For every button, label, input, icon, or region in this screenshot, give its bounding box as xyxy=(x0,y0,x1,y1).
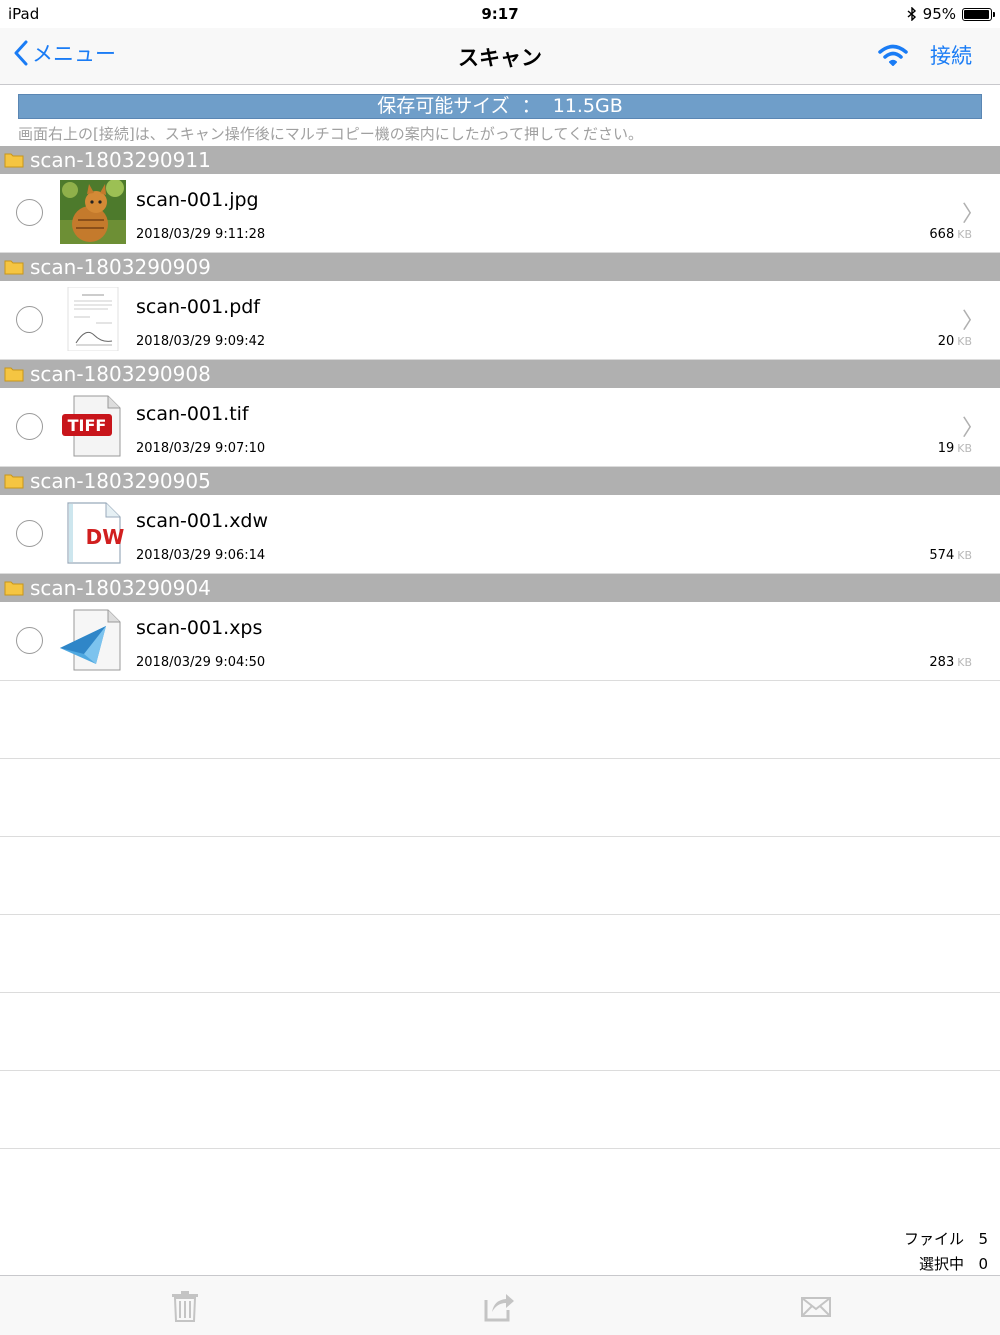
file-name: scan-001.jpg xyxy=(136,189,259,211)
storage-separator: ： xyxy=(521,95,541,117)
file-counts: ファイル 5 選択中 0 xyxy=(904,1227,988,1277)
battery-icon xyxy=(962,7,995,21)
scan-file-list: scan-1803290911 scan-001.jpg 2018/03/29 … xyxy=(0,146,1000,1149)
section-header: scan-1803290908 xyxy=(0,360,1000,388)
navigation-bar: メニュー スキャン 接続 xyxy=(0,28,1000,85)
folder-icon xyxy=(4,153,24,168)
file-date: 2018/03/29 9:04:50 xyxy=(136,655,266,670)
chevron-right-icon[interactable]: 〉 xyxy=(962,303,984,335)
file-date: 2018/03/29 9:11:28 xyxy=(136,227,266,242)
empty-row xyxy=(0,915,1000,993)
file-size-value: 20 xyxy=(937,334,955,349)
folder-name: scan-1803290911 xyxy=(30,148,211,172)
connect-button[interactable]: 接続 xyxy=(930,40,972,70)
select-radio[interactable] xyxy=(16,627,43,654)
file-name: scan-001.xps xyxy=(136,617,263,639)
folder-icon xyxy=(4,474,24,489)
bottom-toolbar xyxy=(0,1275,1000,1335)
file-count-value: 5 xyxy=(978,1230,988,1248)
file-name: scan-001.xdw xyxy=(136,510,269,532)
select-radio[interactable] xyxy=(16,199,43,226)
list-item[interactable]: scan-001.jpg 2018/03/29 9:11:28 668 KB 〉 xyxy=(0,174,1000,253)
folder-icon xyxy=(4,581,24,596)
file-date: 2018/03/29 9:07:10 xyxy=(136,441,266,456)
selected-count-label: 選択中 xyxy=(918,1255,964,1273)
battery-percent: 95% xyxy=(922,5,956,23)
section-header: scan-1803290904 xyxy=(0,574,1000,602)
file-date: 2018/03/29 9:09:42 xyxy=(136,334,266,349)
file-size-value: 283 xyxy=(929,655,955,670)
file-size: 668 KB xyxy=(929,227,972,242)
storage-label: 保存可能サイズ xyxy=(377,95,510,117)
file-size-unit: KB xyxy=(957,549,972,562)
file-size-unit: KB xyxy=(957,228,972,241)
bluetooth-icon xyxy=(907,7,916,21)
file-count-label: ファイル xyxy=(903,1230,964,1248)
status-bar: iPad 9:17 95% xyxy=(0,0,1000,28)
empty-row xyxy=(0,837,1000,915)
empty-row xyxy=(0,759,1000,837)
list-item[interactable]: DW scan-001.xdw 2018/03/29 9:06:14 574 KB xyxy=(0,495,1000,574)
file-size: 574 KB xyxy=(929,548,972,563)
empty-row xyxy=(0,681,1000,759)
share-icon[interactable] xyxy=(484,1290,514,1322)
folder-icon xyxy=(4,260,24,275)
storage-capacity-bar: 保存可能サイズ ： 11.5GB xyxy=(18,94,982,119)
tiff-file-icon: TIFF xyxy=(62,395,121,457)
list-item[interactable]: scan-001.pdf 2018/03/29 9:09:42 20 KB 〉 xyxy=(0,281,1000,360)
nav-right-items: 接続 xyxy=(878,40,972,70)
docuworks-file-icon: DW xyxy=(67,502,125,564)
file-size-unit: KB xyxy=(957,656,972,669)
list-item[interactable]: TIFF scan-001.tif 2018/03/29 9:07:10 19 K… xyxy=(0,388,1000,467)
selected-count: 選択中 0 xyxy=(904,1252,988,1277)
file-size: 19 KB xyxy=(938,441,972,456)
mail-icon[interactable] xyxy=(800,1290,832,1322)
file-size-value: 19 xyxy=(937,441,955,456)
file-date: 2018/03/29 9:06:14 xyxy=(136,548,266,563)
select-radio[interactable] xyxy=(16,413,43,440)
wifi-icon[interactable] xyxy=(878,43,908,67)
section-header: scan-1803290911 xyxy=(0,146,1000,174)
folder-name: scan-1803290905 xyxy=(30,469,211,493)
folder-name: scan-1803290909 xyxy=(30,255,211,279)
file-size-unit: KB xyxy=(957,335,972,348)
section-header: scan-1803290909 xyxy=(0,253,1000,281)
folder-name: scan-1803290908 xyxy=(30,362,211,386)
file-size: 20 KB xyxy=(938,334,972,349)
list-item[interactable]: scan-001.xps 2018/03/29 9:04:50 283 KB xyxy=(0,602,1000,681)
file-name: scan-001.pdf xyxy=(136,296,261,318)
folder-name: scan-1803290904 xyxy=(30,576,211,600)
dw-label: DW xyxy=(86,525,125,549)
page-title: スキャン xyxy=(458,46,542,70)
empty-row xyxy=(0,1071,1000,1149)
select-radio[interactable] xyxy=(16,520,43,547)
empty-row xyxy=(0,993,1000,1071)
section-header: scan-1803290905 xyxy=(0,467,1000,495)
chevron-right-icon[interactable]: 〉 xyxy=(962,196,984,228)
file-name: scan-001.tif xyxy=(136,403,249,425)
status-right: 95% xyxy=(907,5,995,23)
chevron-right-icon[interactable]: 〉 xyxy=(962,410,984,442)
file-size-unit: KB xyxy=(957,442,972,455)
clock: 9:17 xyxy=(481,5,519,23)
select-radio[interactable] xyxy=(16,306,43,333)
file-size-value: 668 xyxy=(929,227,955,242)
file-size-value: 574 xyxy=(929,548,955,563)
cat-photo-thumbnail xyxy=(60,180,126,244)
file-size: 283 KB xyxy=(929,655,972,670)
connect-hint: 画面右上の[接続]は、スキャン操作後にマルチコピー機の案内にしたがって押してくだ… xyxy=(18,125,644,143)
selected-count-value: 0 xyxy=(978,1255,988,1273)
battery-fill xyxy=(964,9,989,19)
folder-icon xyxy=(4,367,24,382)
xps-file-icon xyxy=(60,609,121,671)
trash-icon[interactable] xyxy=(170,1290,200,1322)
pdf-page-thumbnail xyxy=(67,287,119,351)
storage-value: 11.5GB xyxy=(552,95,623,117)
tiff-label: TIFF xyxy=(68,416,107,435)
file-count: ファイル 5 xyxy=(904,1227,988,1252)
